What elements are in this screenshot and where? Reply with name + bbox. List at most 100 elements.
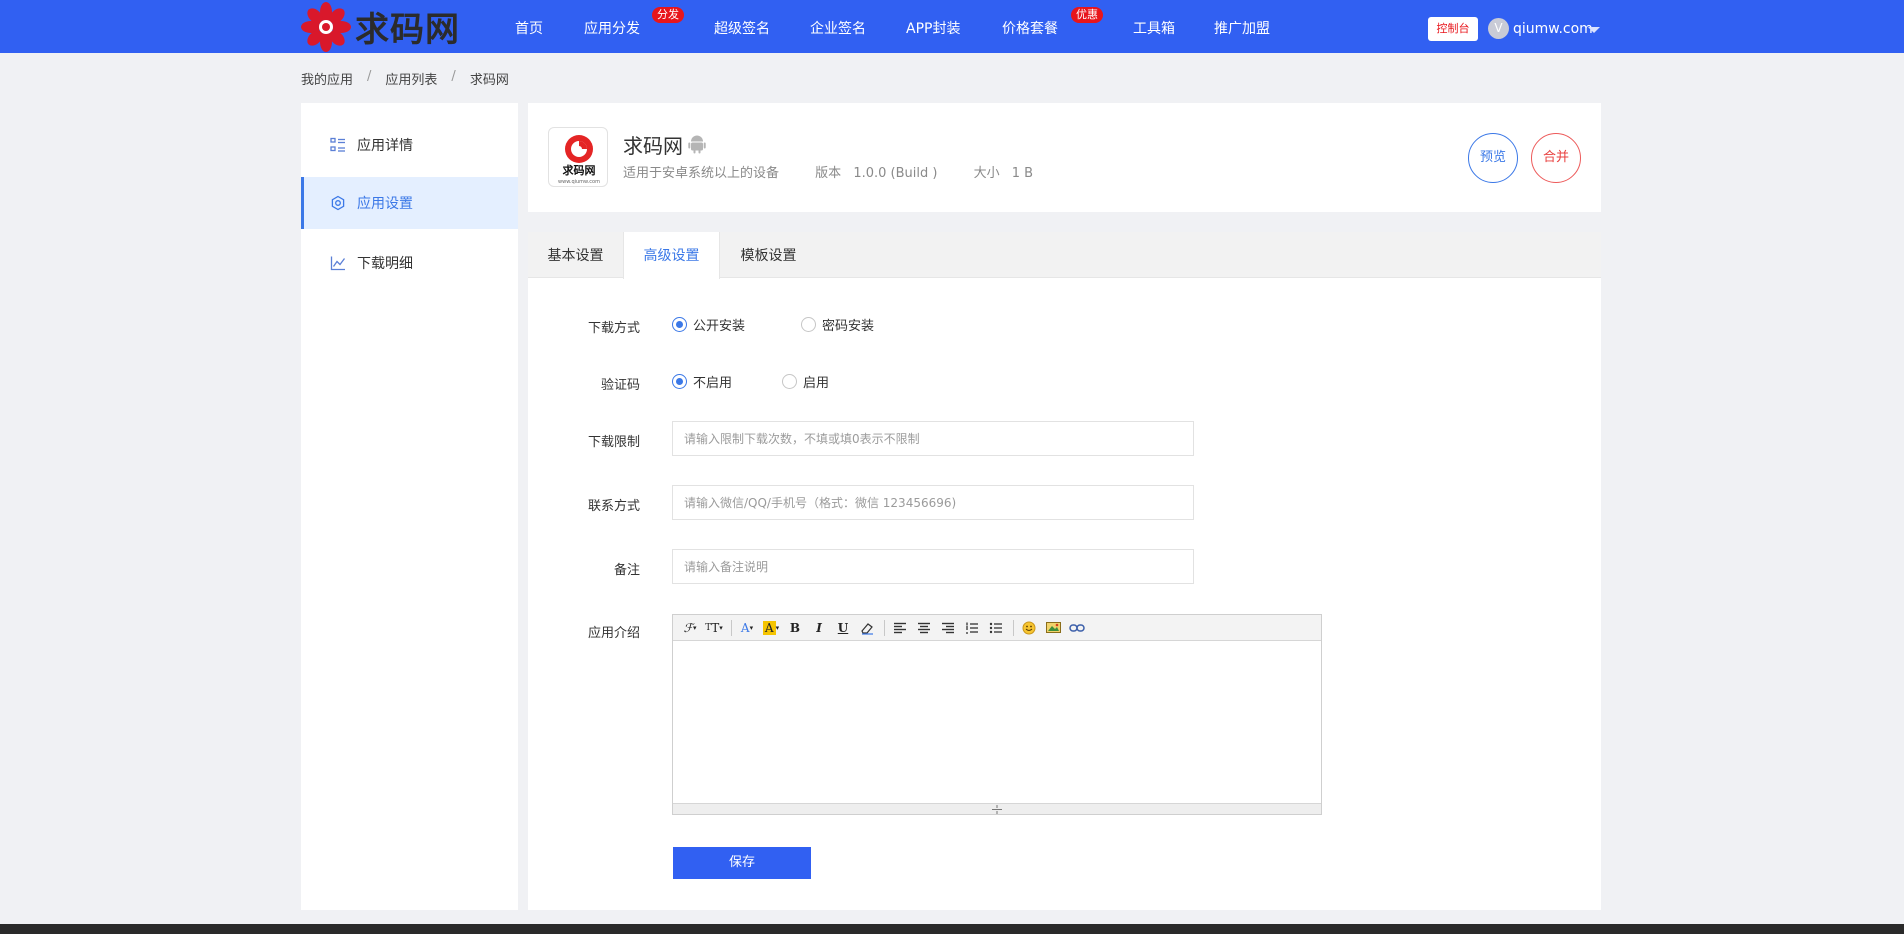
- list-icon: [330, 137, 345, 152]
- page-footer-strip: [0, 924, 1904, 934]
- app-icon-text: 求码网: [563, 163, 596, 177]
- settings-tabs: 基本设置 高级设置 模板设置: [528, 232, 1601, 279]
- font-color-icon[interactable]: A ▾: [736, 618, 758, 638]
- sidebar-item-label: 应用详情: [357, 138, 413, 154]
- intro-label: 应用介绍: [587, 626, 640, 641]
- breadcrumb-separator: /: [451, 69, 456, 84]
- nav-affiliate[interactable]: 推广加盟: [1214, 0, 1270, 53]
- radio-captcha-enabled[interactable]: 启用: [782, 372, 829, 391]
- emoji-icon[interactable]: [1018, 618, 1040, 638]
- app-meta: 适用于安卓系统以上的设备 版本 1.0.0 (Build ) 大小 1 B: [623, 162, 1033, 181]
- nav-app-wrapper[interactable]: APP封装: [906, 0, 960, 53]
- highlight-color-icon[interactable]: A ▾: [760, 618, 782, 638]
- align-center-icon[interactable]: [913, 618, 935, 638]
- nav-pricing[interactable]: 价格套餐: [1002, 0, 1058, 53]
- radio-label: 启用: [803, 376, 830, 391]
- align-right-icon[interactable]: [937, 618, 959, 638]
- toolbar-divider: [884, 619, 885, 636]
- app-icon: 求码网 www.qiumw.com: [548, 127, 608, 187]
- app-icon-subtext: www.qiumw.com: [558, 179, 600, 185]
- flower-logo-icon: [301, 1, 351, 52]
- captcha-label: 验证码: [600, 378, 640, 393]
- breadcrumb-app-list[interactable]: 应用列表: [385, 69, 437, 88]
- logo-text: 求码网: [355, 10, 460, 50]
- image-icon[interactable]: [1042, 618, 1064, 638]
- radio-checked-icon: [672, 374, 687, 389]
- download-limit-input[interactable]: [672, 421, 1194, 456]
- contact-label: 联系方式: [587, 499, 640, 514]
- contact-input[interactable]: [672, 485, 1194, 520]
- font-family-icon[interactable]: ℱ ▾: [679, 618, 701, 638]
- underline-icon[interactable]: U: [832, 618, 854, 638]
- tab-basic-settings[interactable]: 基本设置: [528, 232, 623, 278]
- preview-button[interactable]: 预览: [1468, 133, 1518, 183]
- merge-button[interactable]: 合并: [1531, 133, 1581, 183]
- nav-badge-distribution: 分发: [652, 7, 684, 23]
- breadcrumb: 我的应用 / 应用列表 / 求码网: [301, 69, 509, 88]
- tab-template-settings[interactable]: 模板设置: [720, 232, 817, 278]
- unordered-list-icon[interactable]: [985, 618, 1007, 638]
- sidebar: 应用详情 应用设置 下载明细: [301, 103, 518, 910]
- radio-label: 公开安装: [693, 319, 746, 334]
- nav-enterprise-signature[interactable]: 企业签名: [810, 0, 866, 53]
- avatar[interactable]: V: [1488, 18, 1509, 39]
- settings-panel: 基本设置 高级设置 模板设置 下载方式 公开安装 密码安装 验证码 不启用 启用…: [528, 232, 1601, 910]
- site-logo[interactable]: 求码网: [301, 0, 460, 53]
- version-label: 版本: [815, 166, 842, 181]
- tab-advanced-settings[interactable]: 高级设置: [623, 232, 720, 279]
- radio-label: 密码安装: [822, 319, 875, 334]
- sidebar-item-app-details[interactable]: 应用详情: [301, 119, 518, 171]
- remark-label: 备注: [613, 563, 640, 578]
- editor-content-area[interactable]: [673, 642, 1321, 804]
- top-navigation-bar: 求码网 首页 应用分发 分发 超级签名 企业签名 APP封装 价格套餐 优惠 工…: [0, 0, 1904, 53]
- chevron-down-icon[interactable]: [1588, 27, 1600, 33]
- radio-public-install[interactable]: 公开安装: [672, 315, 745, 334]
- remark-input[interactable]: [672, 549, 1194, 584]
- app-compat: 适用于安卓系统以上的设备: [623, 166, 780, 181]
- sidebar-item-label: 应用设置: [357, 196, 413, 212]
- version-value: 1.0.0 (Build ): [853, 166, 938, 181]
- eraser-icon[interactable]: [856, 618, 878, 638]
- editor-toolbar: ℱ ▾ T T ▾ A ▾ A ▾ B I U: [673, 615, 1321, 641]
- font-size-icon[interactable]: T T ▾: [703, 618, 725, 638]
- app-info-card: 求码网 www.qiumw.com 求码网 适用于安卓系统以上的设备 版本 1.…: [528, 103, 1601, 212]
- align-left-icon[interactable]: [889, 618, 911, 638]
- size-value: 1 B: [1011, 166, 1034, 181]
- radio-label: 不启用: [693, 376, 733, 391]
- link-icon[interactable]: [1066, 618, 1088, 638]
- bold-icon[interactable]: B: [784, 618, 806, 638]
- editor-resize-handle[interactable]: [673, 803, 1321, 814]
- download-mode-label: 下载方式: [587, 321, 640, 336]
- radio-unchecked-icon: [782, 374, 797, 389]
- username[interactable]: qiumw.com: [1513, 0, 1593, 53]
- toolbar-divider: [1013, 619, 1014, 636]
- chart-icon: [330, 256, 346, 271]
- breadcrumb-current-app: 求码网: [469, 73, 509, 88]
- radio-unchecked-icon: [801, 317, 816, 332]
- size-label: 大小: [973, 166, 1000, 181]
- android-icon: [688, 135, 706, 154]
- nav-super-signature[interactable]: 超级签名: [714, 0, 770, 53]
- resize-grip-icon: [992, 805, 1002, 814]
- save-button[interactable]: 保存: [673, 847, 811, 879]
- download-limit-label: 下载限制: [587, 435, 640, 450]
- toolbar-divider: [731, 619, 732, 636]
- console-button[interactable]: 控制台: [1428, 17, 1478, 41]
- italic-icon[interactable]: I: [808, 618, 830, 638]
- nav-app-distribution[interactable]: 应用分发: [584, 0, 640, 53]
- radio-password-install[interactable]: 密码安装: [801, 315, 874, 334]
- gear-icon: [331, 195, 345, 211]
- radio-captcha-disabled[interactable]: 不启用: [672, 372, 732, 391]
- ordered-list-icon[interactable]: [961, 618, 983, 638]
- rich-text-editor: ℱ ▾ T T ▾ A ▾ A ▾ B I U: [672, 614, 1322, 815]
- app-logo-icon: 求码网 www.qiumw.com: [558, 135, 600, 185]
- sidebar-item-app-settings[interactable]: 应用设置: [301, 177, 518, 229]
- radio-checked-icon: [672, 317, 687, 332]
- breadcrumb-separator: /: [367, 69, 372, 84]
- nav-home[interactable]: 首页: [515, 0, 543, 53]
- breadcrumb-my-apps[interactable]: 我的应用: [301, 69, 353, 88]
- sidebar-item-label: 下载明细: [357, 256, 413, 272]
- nav-toolbox[interactable]: 工具箱: [1133, 0, 1175, 53]
- nav-badge-discount: 优惠: [1071, 7, 1103, 23]
- sidebar-item-download-details[interactable]: 下载明细: [301, 237, 518, 289]
